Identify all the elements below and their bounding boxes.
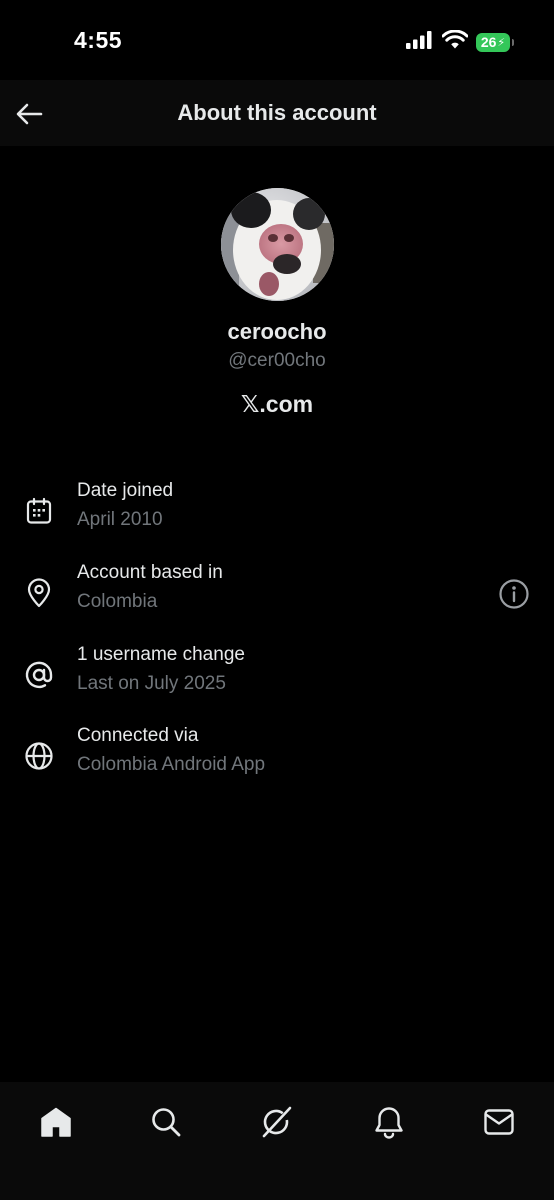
- home-icon: [41, 1107, 71, 1137]
- status-bar: 4:55 26 ⚡: [0, 0, 554, 80]
- detail-row-date-joined: Date joined April 2010: [0, 480, 554, 544]
- status-time: 4:55: [74, 27, 123, 53]
- battery-level: 26: [480, 34, 497, 50]
- detail-title: Connected via: [77, 725, 199, 746]
- avatar[interactable]: [221, 188, 334, 301]
- page-title: About this account: [177, 100, 377, 125]
- detail-value: Colombia: [77, 591, 158, 612]
- globe-icon: [22, 739, 56, 773]
- bottom-navigation-bar: [0, 1082, 554, 1200]
- detail-row-username-change: 1 username change Last on July 2025: [0, 644, 554, 708]
- cellular-signal-icon: [406, 30, 434, 54]
- header-bar: About this account: [0, 80, 554, 146]
- calendar-icon: [22, 494, 56, 528]
- location-pin-icon: [22, 576, 56, 610]
- source-site-label: 𝕏.com: [240, 391, 314, 417]
- nav-messages[interactable]: [476, 1099, 522, 1145]
- detail-title: Account based in: [77, 562, 223, 583]
- charging-bolt-icon: ⚡: [497, 36, 506, 49]
- info-button[interactable]: [496, 576, 532, 612]
- nav-search[interactable]: [143, 1099, 189, 1145]
- nav-notifications[interactable]: [366, 1099, 412, 1145]
- display-name: ceroocho: [227, 319, 327, 344]
- nav-home[interactable]: [33, 1099, 79, 1145]
- status-icons: 26 ⚡: [406, 29, 514, 54]
- messages-envelope-icon: [484, 1109, 514, 1135]
- username-handle: @cer00cho: [228, 350, 326, 371]
- wifi-icon: [441, 29, 469, 54]
- detail-row-account-based-in: Account based in Colombia: [0, 562, 554, 626]
- grok-icon: [262, 1106, 292, 1138]
- search-icon: [152, 1108, 181, 1137]
- detail-value: Last on July 2025: [77, 673, 226, 694]
- detail-value: Colombia Android App: [77, 754, 266, 775]
- detail-title: Date joined: [77, 480, 174, 501]
- detail-value: April 2010: [77, 509, 163, 530]
- notifications-bell-icon: [375, 1107, 403, 1139]
- detail-title: 1 username change: [77, 644, 245, 665]
- nav-grok[interactable]: [254, 1099, 300, 1145]
- at-sign-icon: [22, 658, 56, 692]
- info-circle-icon: [499, 579, 529, 609]
- battery-charging-icon: 26 ⚡: [476, 32, 514, 52]
- detail-row-connected-via: Connected via Colombia Android App: [0, 725, 554, 789]
- avatar-photo: [221, 188, 334, 301]
